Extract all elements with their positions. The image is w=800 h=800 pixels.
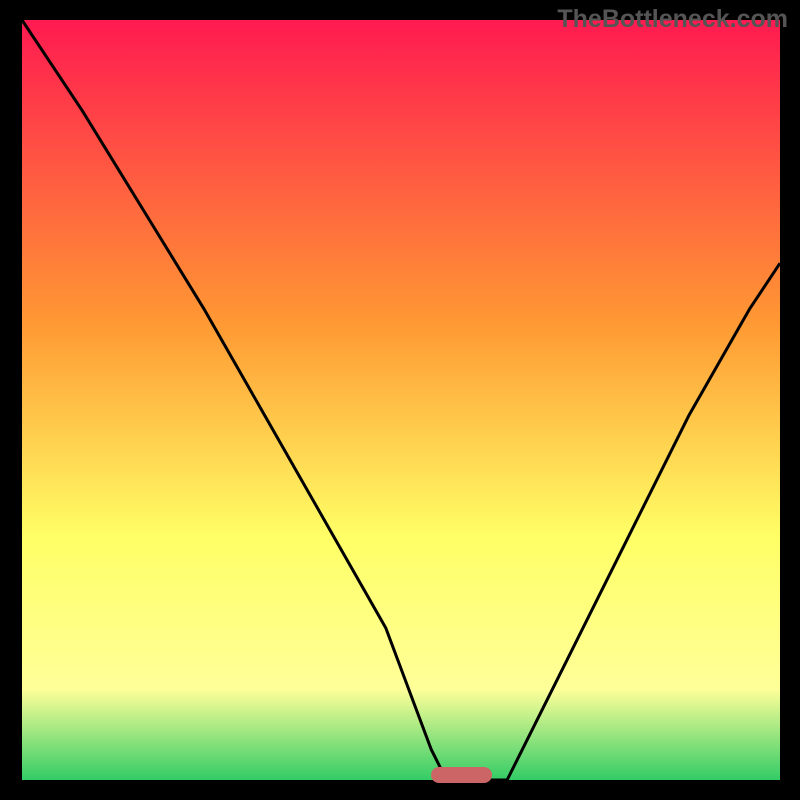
plot-area	[22, 20, 780, 780]
chart-svg	[22, 20, 780, 780]
watermark-text: TheBottleneck.com	[557, 5, 788, 34]
chart-container: TheBottleneck.com	[0, 0, 800, 800]
optimal-marker	[431, 767, 492, 783]
